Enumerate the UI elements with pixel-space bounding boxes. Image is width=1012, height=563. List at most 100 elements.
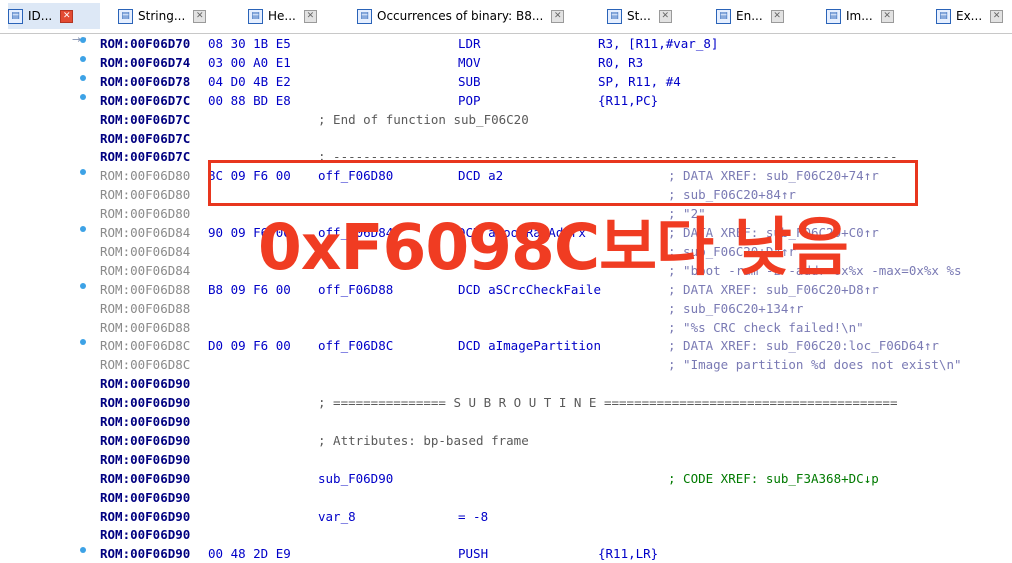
address: ROM:00F06D90 [100,527,191,543]
address: ROM:00F06D90 [100,451,191,467]
address: ROM:00F06D7C [100,111,191,127]
breakpoint-dot-icon[interactable] [80,37,86,43]
listing-line[interactable]: ROM:00F06D90 [100,374,1012,393]
address: ROM:00F06D8C [100,338,191,354]
tab-4[interactable]: ▤ St... ✕ [607,3,693,29]
close-icon[interactable]: ✕ [60,9,74,23]
listing-line[interactable]: ROM:00F06D70 08 30 1B E5 LDR R3, [R11,#var_… [100,34,1012,53]
address: ROM:00F06D7C [100,149,191,165]
highlight-box [208,160,918,206]
comment: ; Attributes: bp-based frame [318,432,529,448]
listing-line[interactable]: ROM:00F06D8C ; "Image partition %d does n… [100,355,1012,374]
address: ROM:00F06D84 [100,225,191,240]
label: off_F06D8C [318,338,394,354]
listing-line[interactable]: ROM:00F06D90 [100,488,1012,507]
address: ROM:00F06D90 [100,376,191,392]
operand: R0, R3 [598,54,644,70]
tab-label: String... [138,9,186,23]
tab-2[interactable]: ▤ He... ✕ [248,3,336,29]
comment: ; End of function sub_F06C20 [318,111,529,127]
close-icon[interactable]: ✕ [658,9,672,23]
tab-label: ID... [28,9,53,23]
address: ROM:00F06D8C [100,357,191,373]
tab-0[interactable]: ▤ ID... ✕ [8,3,100,29]
listing-line[interactable]: ROM:00F06D7C 00 88 BD E8 POP {R11,PC} [100,91,1012,110]
breakpoint-dot-icon[interactable] [80,226,86,232]
address: ROM:00F06D90 [100,395,191,411]
tab-3[interactable]: ▤ Occurrences of binary: B8... ✕ [357,3,579,29]
listing-line[interactable]: ROM:00F06D90 ; Attributes: bp-based frame [100,431,1012,450]
listing-line[interactable]: ROM:00F06D90 [100,525,1012,544]
listing-line[interactable]: ROM:00F06D78 04 D0 4B E2 SUB SP, R11, #4 [100,72,1012,91]
address: ROM:00F06D80 [100,168,191,184]
structures-icon: ▤ [607,8,622,24]
tab-6[interactable]: ▤ Im... ✕ [826,3,922,29]
strings-icon: ▤ [118,8,133,24]
listing-line[interactable]: ROM:00F06D90 00 48 2D E9 PUSH {R11,LR} [100,544,1012,563]
address: ROM:00F06D90 [100,470,191,486]
address: ROM:00F06D7C [100,92,191,108]
address: ROM:00F06D88 [100,300,191,316]
operand: {R11,LR} [598,546,659,562]
close-icon[interactable]: ✕ [551,9,565,23]
tab-7[interactable]: ▤ Ex... ✕ [936,3,1012,29]
xref-comment: ; CODE XREF: sub_F3A368+DC↓p [668,470,879,486]
tab-1[interactable]: ▤ String... ✕ [118,3,220,29]
listing-line[interactable]: ROM:00F06D8C D0 09 F6 00 off_F06D8C DCD aIm… [100,336,1012,355]
label: var_8 [318,508,356,524]
address: ROM:00F06D90 [100,508,191,524]
listing-line[interactable]: ROM:00F06D90 sub_F06D90 ; CODE XREF: sub_F… [100,469,1012,488]
breakpoint-dot-icon[interactable] [80,93,86,100]
address: ROM:00F06D90 [100,546,191,562]
opcode-bytes: 04 D0 4B E2 [208,73,291,89]
address: ROM:00F06D90 [100,489,191,505]
tab-label: He... [268,9,296,23]
address: ROM:00F06D84 [100,262,191,278]
listing-line[interactable]: ROM:00F06D90 [100,412,1012,431]
tab-label: Occurrences of binary: B8... [377,9,544,23]
tab-label: St... [627,9,651,23]
annotation-overlay-text: 0xF6098C보다 낮음 [258,211,849,284]
address: ROM:00F06D90 [100,432,191,448]
mnemonic: MOV [458,54,481,70]
opcode-bytes: D0 09 F6 00 [208,338,291,354]
breakpoint-dot-icon[interactable] [80,55,86,62]
close-icon[interactable]: ✕ [193,9,207,23]
address: ROM:00F06D74 [100,54,191,70]
arrows-gutter [0,34,95,563]
opcode-bytes: 08 30 1B E5 [208,36,291,51]
address: ROM:00F06D78 [100,73,191,89]
listing-line[interactable]: ROM:00F06D88 ; "%s CRC check failed!\n" [100,318,1012,337]
tab-label: En... [736,9,763,23]
close-icon[interactable]: ✕ [880,9,894,23]
exports-icon: ▤ [936,8,951,24]
close-icon[interactable]: ✕ [770,9,784,23]
listing-line[interactable]: ROM:00F06D74 03 00 A0 E1 MOV R0, R3 [100,53,1012,72]
breakpoint-dot-icon[interactable] [80,282,86,289]
listing-line[interactable]: ROM:00F06D90 [100,450,1012,469]
operand: SP, R11, #4 [598,73,681,89]
opcode-bytes: 00 48 2D E9 [208,546,291,562]
listing-line[interactable]: ROM:00F06D88 ; sub_F06C20+134↑r [100,299,1012,318]
address: ROM:00F06D90 [100,414,191,429]
listing-line[interactable]: ROM:00F06D90 var_8 = -8 [100,507,1012,526]
listing-line[interactable]: ROM:00F06D90 ; =============== S U B R O … [100,393,1012,412]
address: ROM:00F06D7C [100,130,191,146]
mnemonic: LDR [458,36,481,51]
breakpoint-dot-icon[interactable] [80,74,86,81]
listing-line[interactable]: ROM:00F06D7C [100,129,1012,148]
hex-view-icon: ▤ [248,8,263,24]
occurrences-icon: ▤ [357,8,372,24]
close-icon[interactable]: ✕ [990,9,1004,23]
tab-5[interactable]: ▤ En... ✕ [716,3,802,29]
imports-icon: ▤ [826,8,841,24]
address: ROM:00F06D80 [100,206,191,222]
operand: R3, [R11,#var_8] [598,36,719,51]
close-icon[interactable]: ✕ [303,9,317,23]
xref-comment: ; "Image partition %d does not exist\n" [668,357,962,373]
ida-view-icon: ▤ [8,8,23,24]
tab-bar: ▤ ID... ✕ ▤ String... ✕ ▤ He... ✕ ▤ Occurrences of… [0,0,1012,34]
mnemonic: DCD aImagePartition [458,338,601,354]
listing-line[interactable]: ROM:00F06D7C ; End of function sub_F06C20 [100,110,1012,129]
tab-label: Im... [846,9,873,23]
